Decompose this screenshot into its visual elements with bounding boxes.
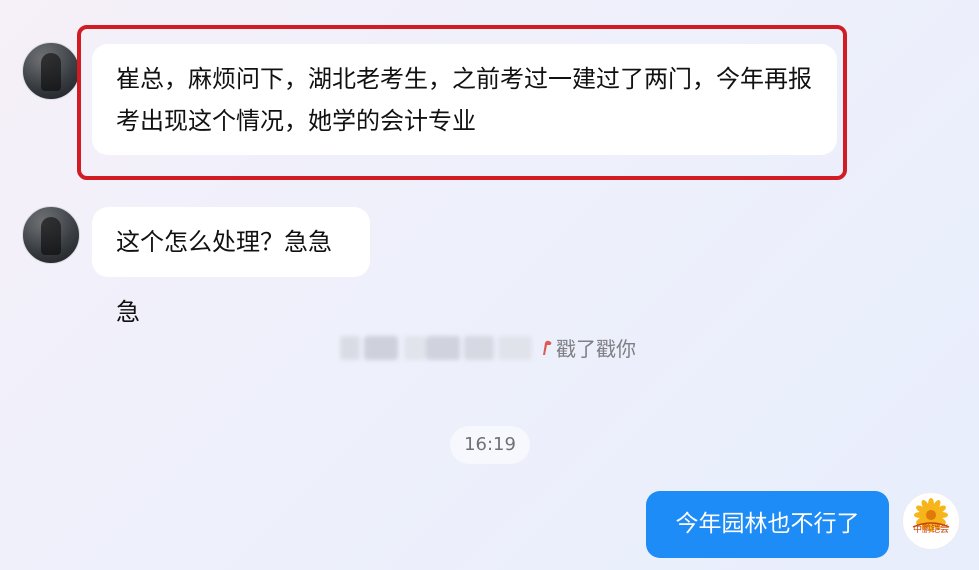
message-text: 这个怎么处理？急急急 [116,228,332,326]
message-bubble-contact[interactable]: 这个怎么处理？急急急 [92,207,370,326]
message-text: 今年园林也不行了 [675,511,860,537]
blurred-contact-name [340,330,540,368]
sunflower-logo-icon [912,498,950,532]
logo-text: 中鹏铠尝 [912,525,949,535]
poke-notice-text: 戳了戳你 [556,337,636,361]
my-avatar[interactable]: 中鹏铠尝 [902,492,960,550]
poke-hand-icon [543,340,552,355]
message-timestamp: 16:19 [450,426,530,464]
highlight-annotation-box [77,25,847,180]
contact-avatar[interactable] [22,42,80,100]
message-bubble-me[interactable]: 今年园林也不行了 [646,491,889,558]
contact-avatar[interactable] [22,206,80,264]
